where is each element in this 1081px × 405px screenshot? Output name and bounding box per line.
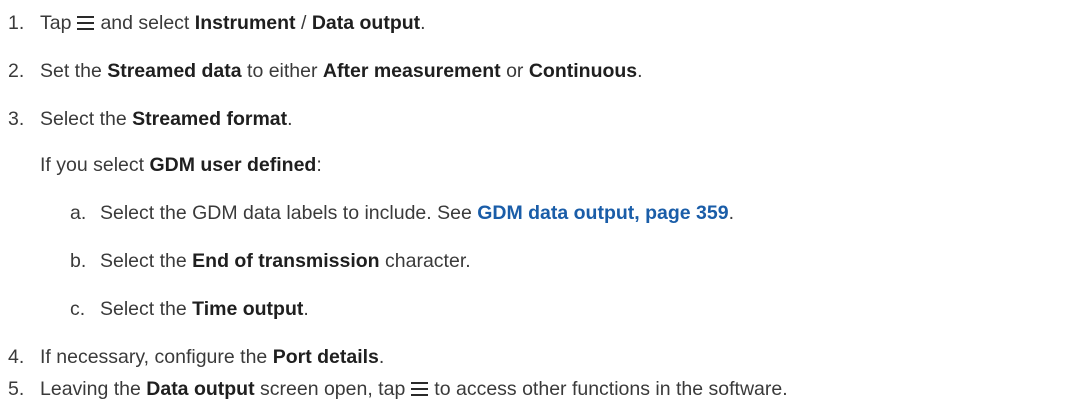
- ui-term: Streamed data: [107, 60, 242, 82]
- substep-text: .: [728, 202, 734, 224]
- step-3: Select the Streamed format.: [40, 107, 293, 131]
- substep-letter: b.: [70, 250, 87, 272]
- ui-term: Streamed format: [132, 108, 288, 130]
- note-text: :: [316, 154, 322, 176]
- step-text: Leaving the: [40, 378, 141, 400]
- substep-b: Select the End of transmission character…: [100, 249, 471, 273]
- menu-icon: [411, 382, 429, 396]
- step-text: Set the: [40, 60, 102, 82]
- step-4: If necessary, configure the Port details…: [40, 345, 384, 369]
- step-text: If necessary, configure the: [40, 346, 268, 368]
- ui-term: Port details: [272, 346, 379, 368]
- gdm-data-output-link[interactable]: GDM data output, page 359: [477, 202, 728, 224]
- step-text: or: [506, 60, 524, 82]
- step-number: 5.: [8, 378, 25, 400]
- substep-a: Select the GDM data labels to include. S…: [100, 201, 734, 225]
- step-text: Select the: [40, 108, 127, 130]
- step-text: .: [287, 108, 293, 130]
- step-text: screen open, tap: [260, 378, 406, 400]
- substep-text: character.: [385, 250, 471, 272]
- step-number: 1.: [8, 12, 25, 34]
- ui-term: Data output: [146, 378, 255, 400]
- substep-text: Select the: [100, 250, 187, 272]
- substep-c: Select the Time output.: [100, 297, 309, 321]
- path-separator: /: [300, 12, 307, 34]
- step-3-note: If you select GDM user defined:: [40, 153, 322, 177]
- step-text: to access other functions in the softwar…: [434, 378, 788, 400]
- ui-term: GDM user defined: [149, 154, 317, 176]
- step-number: 4.: [8, 346, 25, 368]
- step-number: 3.: [8, 108, 25, 130]
- ui-term: After measurement: [322, 60, 501, 82]
- substep-letter: c.: [70, 298, 86, 320]
- step-text: Tap: [40, 12, 72, 34]
- substep-text: .: [303, 298, 309, 320]
- step-2: Set the Streamed data to either After me…: [40, 59, 643, 83]
- ui-term: Continuous: [528, 60, 638, 82]
- ui-term: Instrument: [194, 12, 296, 34]
- step-number: 2.: [8, 60, 25, 82]
- substep-text: Select the GDM data labels to include. S…: [100, 202, 472, 224]
- ui-term: Time output: [192, 298, 304, 320]
- ui-term: Data output: [311, 12, 421, 34]
- step-text: .: [637, 60, 643, 82]
- ui-term: End of transmission: [192, 250, 380, 272]
- step-1: Tap and select Instrument / Data output.: [40, 11, 426, 35]
- step-text: to either: [247, 60, 318, 82]
- step-text: .: [420, 12, 426, 34]
- substep-text: Select the: [100, 298, 187, 320]
- step-text: and select: [100, 12, 190, 34]
- step-5: Leaving the Data output screen open, tap…: [40, 377, 788, 401]
- substep-letter: a.: [70, 202, 87, 224]
- step-text: .: [378, 346, 385, 368]
- menu-icon: [77, 16, 95, 30]
- note-text: If you select: [40, 154, 145, 176]
